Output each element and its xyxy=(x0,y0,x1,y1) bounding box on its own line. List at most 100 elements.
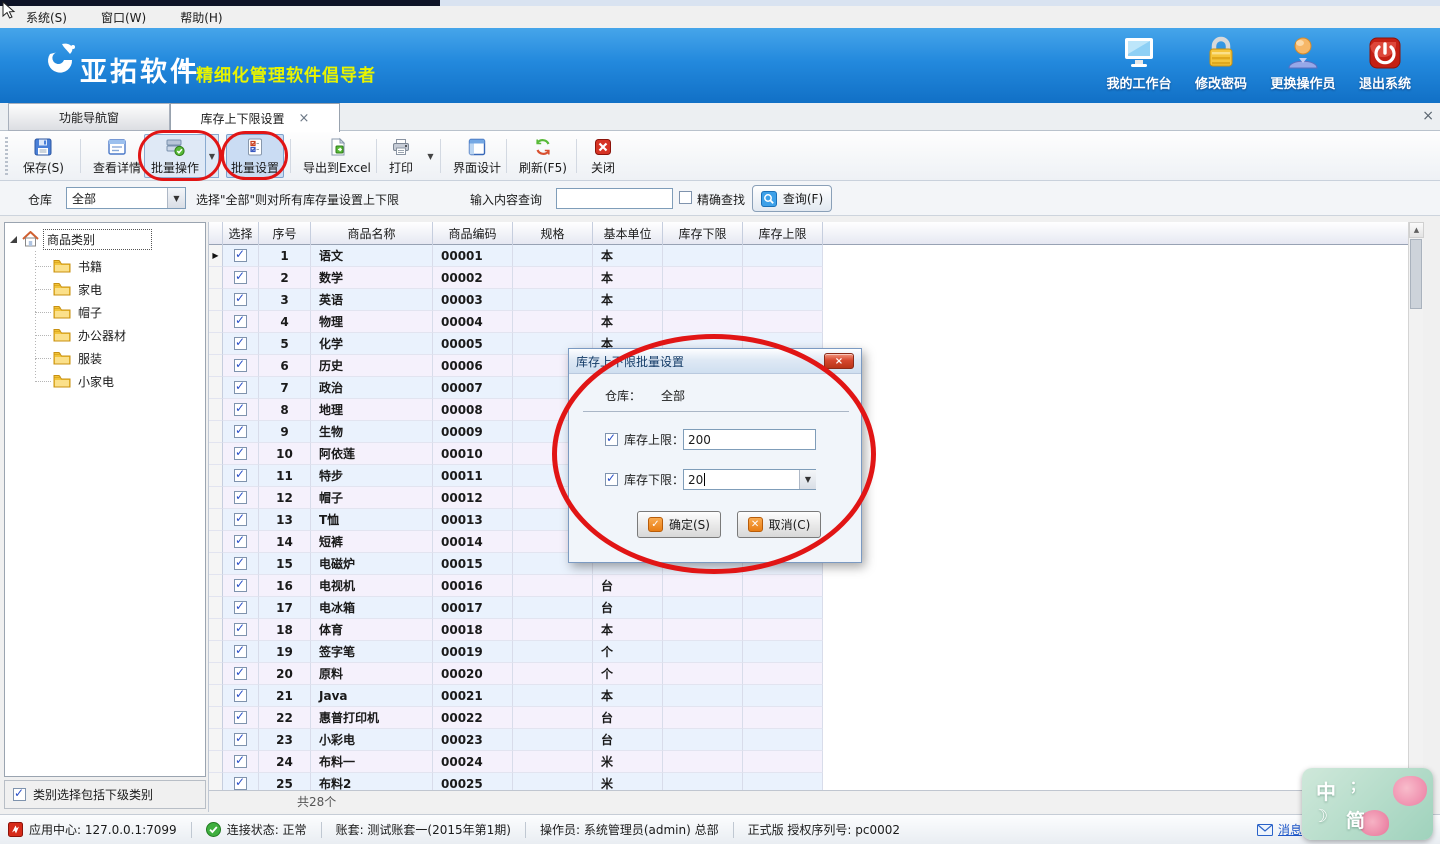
cell-upper-limit[interactable] xyxy=(743,575,823,597)
row-checkbox[interactable] xyxy=(234,381,247,394)
menu-item-help[interactable]: 帮助(H) xyxy=(180,9,222,26)
table-row[interactable]: 16电视机00016台 xyxy=(209,575,823,597)
table-row[interactable]: 19签字笔00019个 xyxy=(209,641,823,663)
my-workbench-button[interactable]: 我的工作台 xyxy=(1098,36,1180,98)
row-checkbox[interactable] xyxy=(234,337,247,350)
cell-lower-limit[interactable] xyxy=(663,289,743,311)
table-row[interactable]: 20原料00020个 xyxy=(209,663,823,685)
tree-item-5[interactable]: 小家电 xyxy=(53,371,114,391)
cell-upper-limit[interactable] xyxy=(743,311,823,333)
header-unit[interactable]: 基本单位 xyxy=(593,222,663,245)
tree-item-4[interactable]: 服装 xyxy=(53,348,102,368)
scroll-up-icon[interactable]: ▲ xyxy=(1409,222,1424,238)
switch-operator-button[interactable]: 更换操作员 xyxy=(1262,36,1344,98)
cell-upper-limit[interactable] xyxy=(743,597,823,619)
cancel-button[interactable]: ✕ 取消(C) xyxy=(737,511,821,538)
table-row[interactable]: 22惠普打印机00022台 xyxy=(209,707,823,729)
cell-upper-limit[interactable] xyxy=(743,707,823,729)
row-checkbox[interactable] xyxy=(234,623,247,636)
lower-limit-checkbox[interactable] xyxy=(605,473,618,486)
row-checkbox[interactable] xyxy=(234,403,247,416)
cell-lower-limit[interactable] xyxy=(663,245,743,267)
batch-setting-button[interactable]: 批量设置 xyxy=(226,134,284,178)
table-row[interactable]: 17电冰箱00017台 xyxy=(209,597,823,619)
status-message-link[interactable]: 消息 xyxy=(1278,821,1302,838)
header-spec[interactable]: 规格 xyxy=(513,222,593,245)
tab-function-nav[interactable]: 功能导航窗 xyxy=(8,103,170,131)
table-row[interactable]: ▶1语文00001本 xyxy=(209,245,823,267)
search-input[interactable] xyxy=(556,188,673,209)
row-checkbox[interactable] xyxy=(234,359,247,372)
table-row[interactable]: 24布料一00024米 xyxy=(209,751,823,773)
lower-limit-combo[interactable]: 20 xyxy=(683,469,816,490)
row-checkbox[interactable] xyxy=(234,557,247,570)
print-dropdown-icon[interactable]: ▼ xyxy=(424,134,437,178)
dialog-title-bar[interactable]: 库存上下限批量设置 × xyxy=(569,349,861,374)
cell-upper-limit[interactable] xyxy=(743,685,823,707)
chevron-down-icon[interactable]: ▼ xyxy=(167,188,185,208)
row-checkbox[interactable] xyxy=(234,579,247,592)
batch-operation-button[interactable]: 批量操作 xyxy=(144,134,206,178)
header-lower[interactable]: 库存下限 xyxy=(663,222,743,245)
cell-lower-limit[interactable] xyxy=(663,751,743,773)
table-row[interactable]: 23小彩电00023台 xyxy=(209,729,823,751)
row-checkbox[interactable] xyxy=(234,491,247,504)
table-row[interactable]: 2数学00002本 xyxy=(209,267,823,289)
header-upper[interactable]: 库存上限 xyxy=(743,222,823,245)
cell-lower-limit[interactable] xyxy=(663,311,743,333)
row-checkbox[interactable] xyxy=(234,513,247,526)
row-checkbox[interactable] xyxy=(234,469,247,482)
row-checkbox[interactable] xyxy=(234,645,247,658)
cell-lower-limit[interactable] xyxy=(663,575,743,597)
ime-simplified-toggle[interactable]: 简 xyxy=(1346,806,1365,833)
cell-lower-limit[interactable] xyxy=(663,685,743,707)
refresh-button[interactable]: 刷新(F5) xyxy=(512,134,574,178)
menu-item-system[interactable]: 系统(S) xyxy=(26,9,67,26)
tree-item-2[interactable]: 帽子 xyxy=(53,302,102,322)
print-button[interactable]: 打印 xyxy=(382,134,420,178)
view-detail-button[interactable]: 查看详情 xyxy=(86,134,148,178)
cell-upper-limit[interactable] xyxy=(743,729,823,751)
cell-upper-limit[interactable] xyxy=(743,641,823,663)
header-code[interactable]: 商品编码 xyxy=(433,222,513,245)
cell-upper-limit[interactable] xyxy=(743,751,823,773)
save-button[interactable]: 保存(S) xyxy=(16,134,71,178)
header-select[interactable]: 选择 xyxy=(223,222,259,245)
tree-item-1[interactable]: 家电 xyxy=(53,279,102,299)
ime-night-moon-icon[interactable]: ☽ xyxy=(1312,806,1328,827)
row-checkbox[interactable] xyxy=(234,425,247,438)
tree-item-3[interactable]: 办公器材 xyxy=(53,325,126,345)
scrollbar-thumb[interactable] xyxy=(1410,239,1422,309)
table-row[interactable]: 18体育00018本 xyxy=(209,619,823,641)
cell-lower-limit[interactable] xyxy=(663,729,743,751)
cell-lower-limit[interactable] xyxy=(663,619,743,641)
change-password-button[interactable]: 修改密码 xyxy=(1180,36,1262,98)
batch-operation-dropdown-icon[interactable]: ▼ xyxy=(206,134,219,178)
ime-mode-chinese[interactable]: 中 xyxy=(1316,776,1336,805)
row-checkbox[interactable] xyxy=(234,733,247,746)
cell-upper-limit[interactable] xyxy=(743,663,823,685)
cell-lower-limit[interactable] xyxy=(663,267,743,289)
row-checkbox[interactable] xyxy=(234,689,247,702)
status-message[interactable]: 消息 xyxy=(1257,821,1302,838)
tree-item-0[interactable]: 书籍 xyxy=(53,256,102,276)
table-row[interactable]: 3英语00003本 xyxy=(209,289,823,311)
row-checkbox[interactable] xyxy=(234,777,247,790)
row-checkbox[interactable] xyxy=(234,535,247,548)
warehouse-select[interactable]: 全部 ▼ xyxy=(66,187,186,209)
row-checkbox[interactable] xyxy=(234,271,247,284)
exact-search-checkbox[interactable] xyxy=(679,191,692,204)
ime-panel[interactable]: 中 ； ☽ 简 xyxy=(1302,768,1433,840)
cell-upper-limit[interactable] xyxy=(743,267,823,289)
row-checkbox[interactable] xyxy=(234,293,247,306)
row-checkbox[interactable] xyxy=(234,601,247,614)
vertical-scrollbar[interactable]: ▲ ▼ xyxy=(1408,222,1423,790)
exit-system-button[interactable]: 退出系统 xyxy=(1344,36,1426,98)
ui-design-button[interactable]: 界面设计 xyxy=(446,134,508,178)
row-checkbox[interactable] xyxy=(234,447,247,460)
upper-limit-input[interactable]: 200 xyxy=(683,429,816,450)
header-name[interactable]: 商品名称 xyxy=(311,222,433,245)
tab-stock-limit-setting[interactable]: 库存上下限设置 × xyxy=(170,103,340,132)
cell-lower-limit[interactable] xyxy=(663,663,743,685)
row-checkbox[interactable] xyxy=(234,315,247,328)
